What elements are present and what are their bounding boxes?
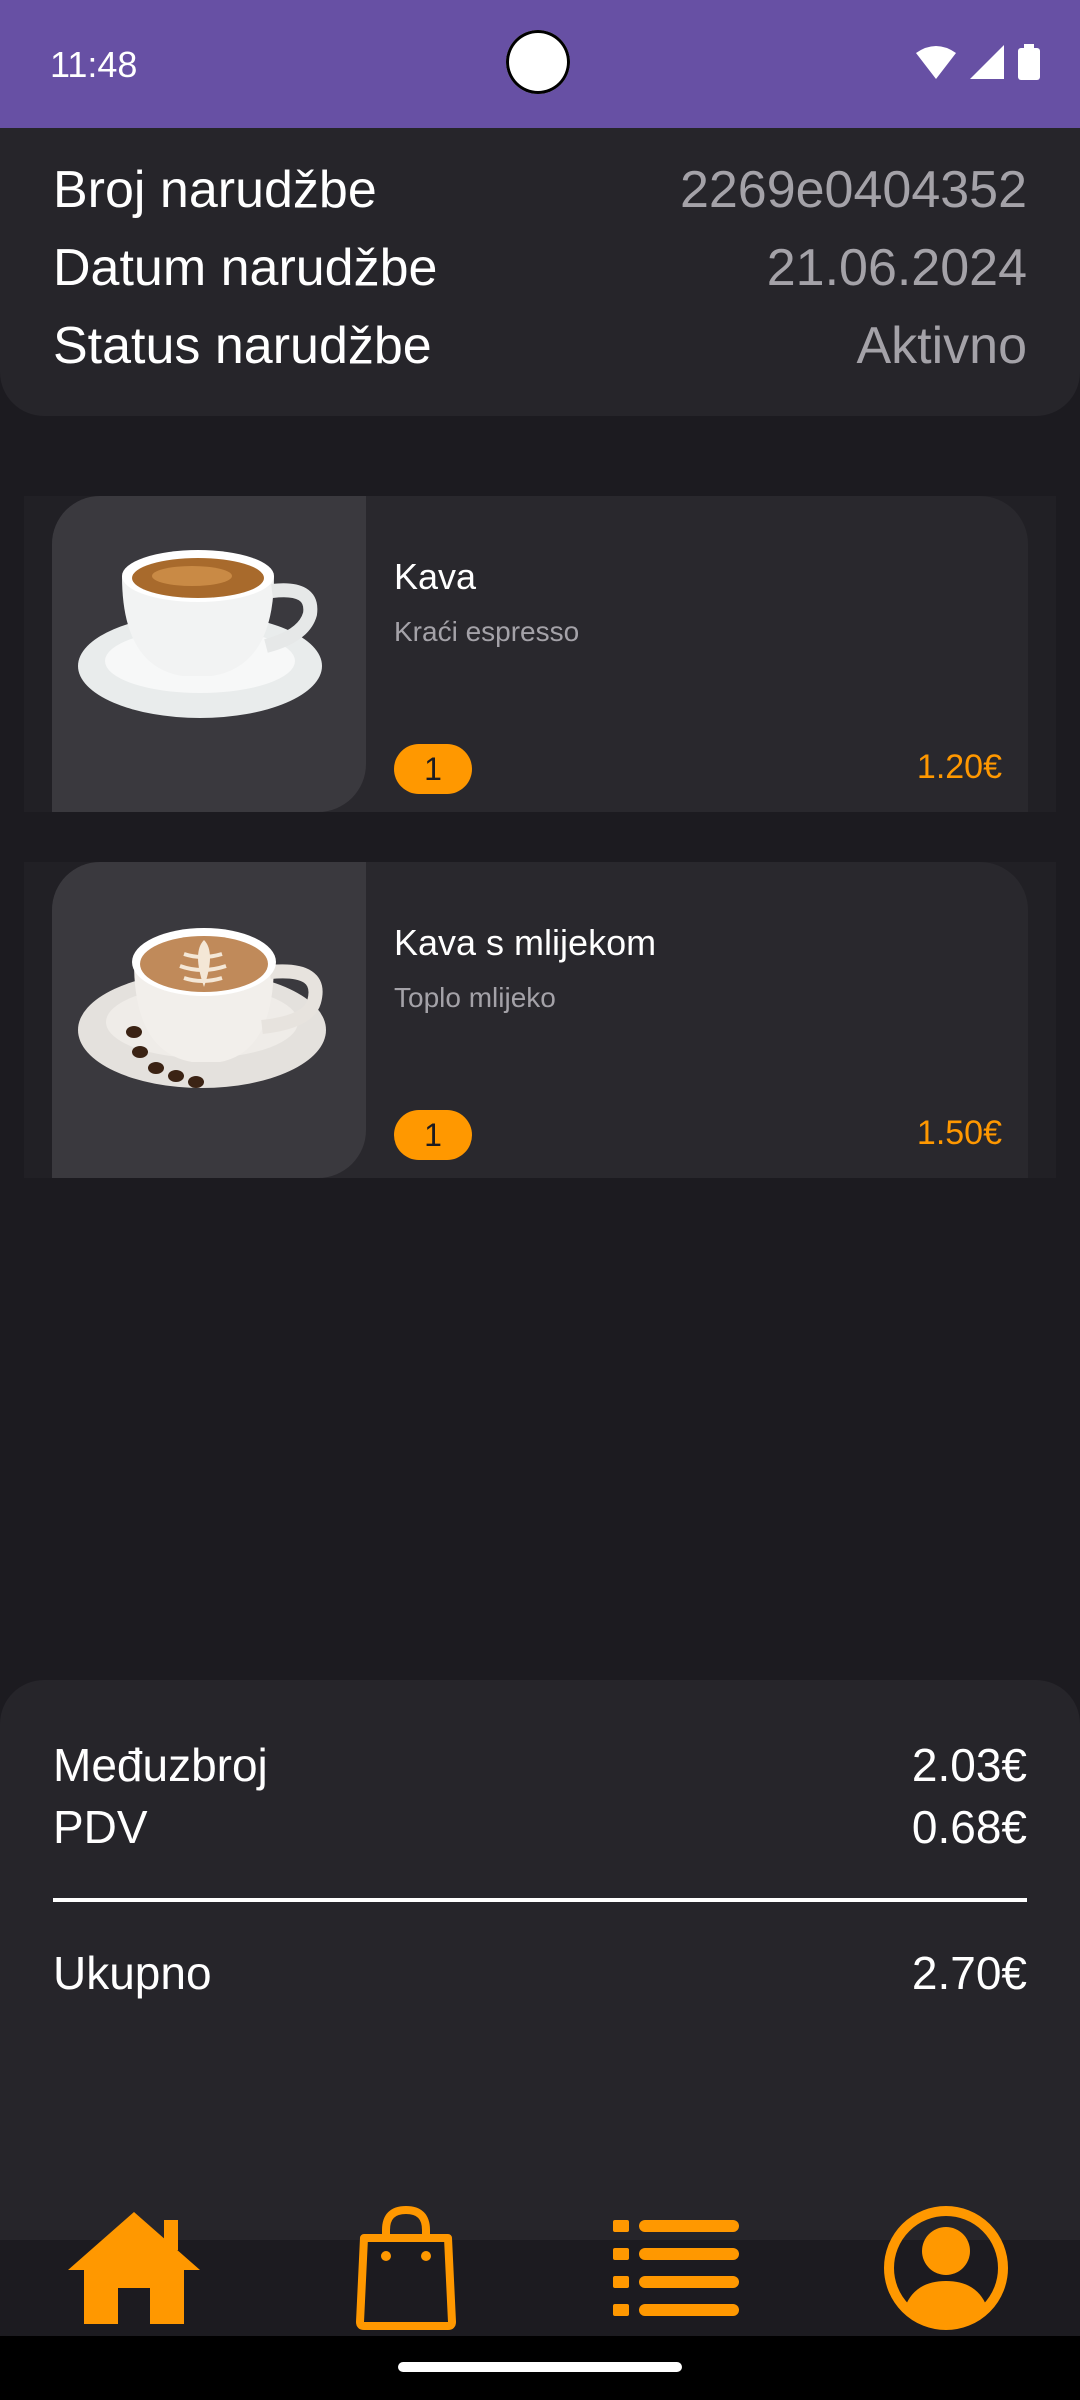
home-icon [68,2212,200,2324]
espresso-cup-image [52,496,366,812]
subtotal-row: Međuzbroj 2.03€ [53,1738,1027,1792]
nav-cart[interactable] [336,2200,476,2336]
bottom-navigation [0,2200,1080,2336]
battery-icon [1018,44,1040,80]
vat-value: 0.68€ [911,1801,1027,1853]
summary-divider [53,1898,1027,1902]
item-price: 1.20€ [916,748,1002,786]
order-number-row: Broj narudžbe 2269e0404352 [53,160,1027,220]
subtotal-label: Međuzbroj [53,1739,268,1791]
order-status-value: Aktivno [856,317,1027,375]
nav-orders[interactable] [606,2200,746,2336]
order-item-card[interactable]: Kava Kraći espresso 1 1.20€ [24,496,1056,812]
total-row: Ukupno 2.70€ [53,1946,1027,2000]
profile-icon [884,2206,1008,2330]
latte-cup-image [52,862,366,1178]
order-number-value: 2269e0404352 [679,161,1027,219]
order-date-row: Datum narudžbe 21.06.2024 [53,238,1027,298]
nav-home[interactable] [64,2200,204,2336]
item-subtitle: Toplo mlijeko [394,982,556,1013]
order-date-value: 21.06.2024 [766,239,1027,297]
order-info-panel: Broj narudžbe 2269e0404352 Datum narudžb… [0,128,1080,416]
order-summary-panel: Međuzbroj 2.03€ PDV 0.68€ Ukupno 2.70€ [0,1680,1080,2240]
order-item-card[interactable]: Kava s mlijekom Toplo mlijeko 1 1.50€ [24,862,1056,1178]
total-label: Ukupno [53,1947,212,1999]
status-icons [916,44,1040,80]
order-date-label: Datum narudžbe [53,239,438,297]
order-number-label: Broj narudžbe [53,161,377,219]
quantity-badge: 1 [394,744,472,794]
item-title: Kava s mlijekom [394,922,657,963]
item-subtitle: Kraći espresso [394,616,580,647]
vat-row: PDV 0.68€ [53,1800,1027,1854]
status-bar: 11:48 [0,0,1080,128]
order-status-row: Status narudžbe Aktivno [53,316,1027,376]
item-title: Kava [394,556,477,597]
wifi-icon [916,46,956,79]
quantity-badge: 1 [394,1110,472,1160]
item-price: 1.50€ [916,1114,1002,1152]
status-time: 11:48 [50,44,138,85]
shopping-bag-icon [356,2206,456,2330]
signal-icon [970,45,1004,79]
subtotal-value: 2.03€ [911,1739,1027,1791]
nav-profile[interactable] [876,2200,1016,2336]
order-status-label: Status narudžbe [53,317,432,375]
total-value: 2.70€ [911,1947,1027,1999]
list-icon [613,2220,739,2316]
camera-cutout [506,30,570,94]
gesture-handle[interactable] [398,2362,682,2372]
vat-label: PDV [53,1801,148,1853]
